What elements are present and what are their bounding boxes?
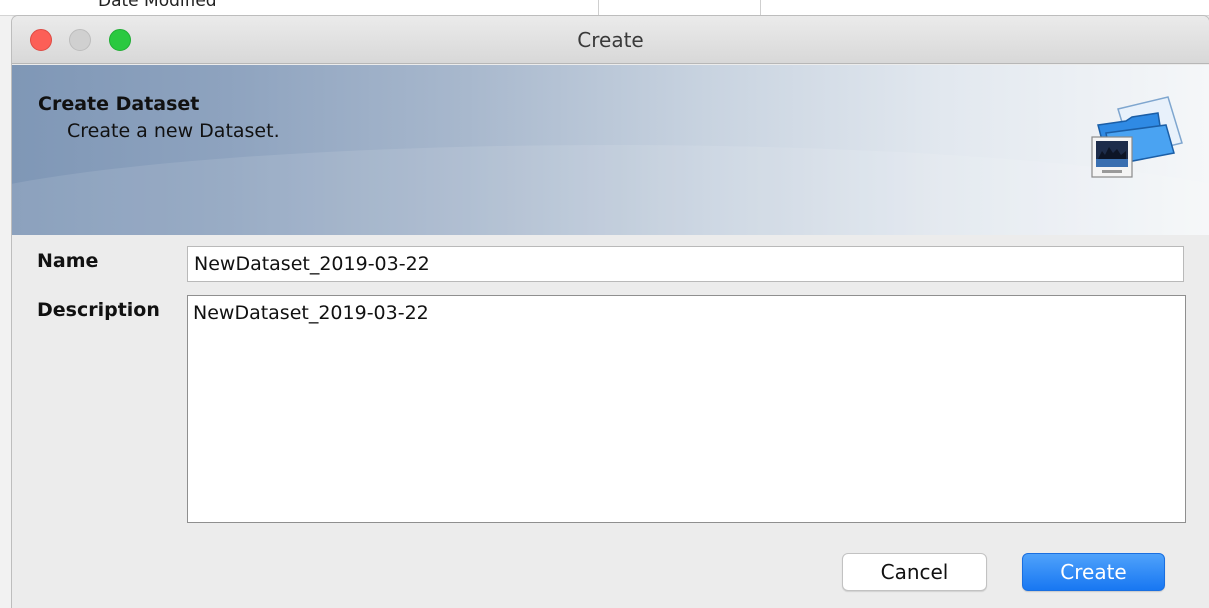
background-window-edge bbox=[0, 16, 12, 608]
title-bar: Create bbox=[12, 16, 1209, 64]
background-divider bbox=[760, 0, 761, 16]
background-window-header: Date Modified bbox=[0, 0, 1209, 16]
name-input[interactable] bbox=[187, 246, 1184, 282]
create-dialog: Create Create Dataset Create a new Datas… bbox=[12, 16, 1209, 608]
create-button[interactable]: Create bbox=[1022, 553, 1165, 591]
window-title: Create bbox=[577, 28, 644, 52]
folder-image-icon bbox=[1091, 96, 1183, 178]
banner-title: Create Dataset bbox=[38, 93, 200, 115]
cancel-button[interactable]: Cancel bbox=[842, 553, 987, 591]
header-banner: Create Dataset Create a new Dataset. bbox=[12, 65, 1209, 235]
description-label: Description bbox=[37, 299, 160, 321]
description-textarea[interactable]: NewDataset_2019-03-22 bbox=[187, 295, 1186, 523]
banner-subtitle: Create a new Dataset. bbox=[67, 120, 280, 142]
background-divider bbox=[598, 0, 599, 16]
background-column-header: Date Modified bbox=[98, 0, 217, 11]
name-label: Name bbox=[37, 250, 99, 272]
